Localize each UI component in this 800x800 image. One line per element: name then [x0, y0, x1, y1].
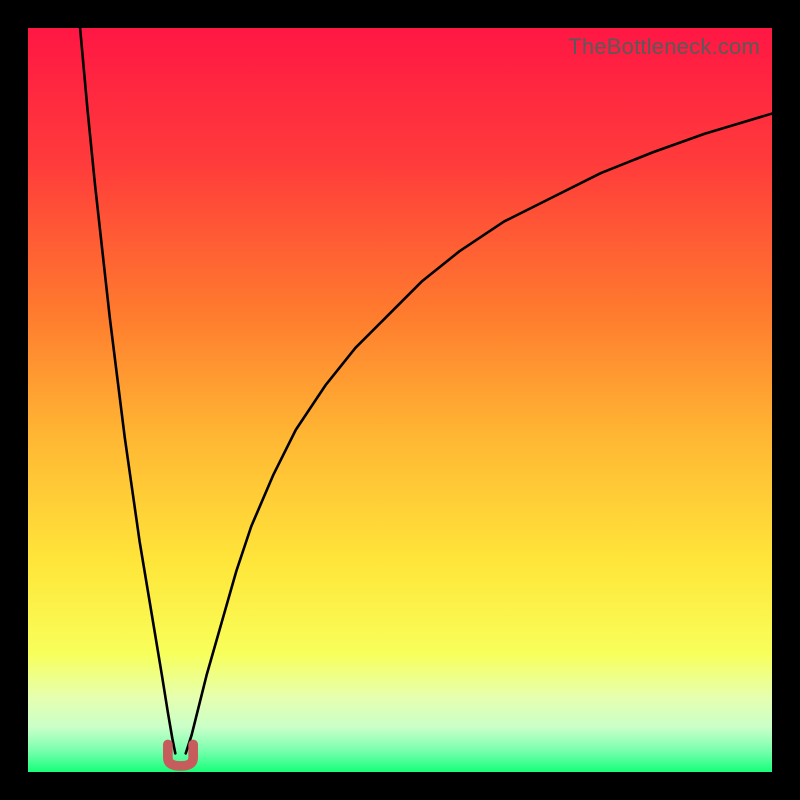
- left-curve: [80, 28, 175, 753]
- curve-layer: [28, 28, 772, 772]
- right-curve: [186, 114, 772, 754]
- notch-marker: [168, 744, 193, 766]
- plot-area: TheBottleneck.com: [28, 28, 772, 772]
- chart-frame: TheBottleneck.com: [0, 0, 800, 800]
